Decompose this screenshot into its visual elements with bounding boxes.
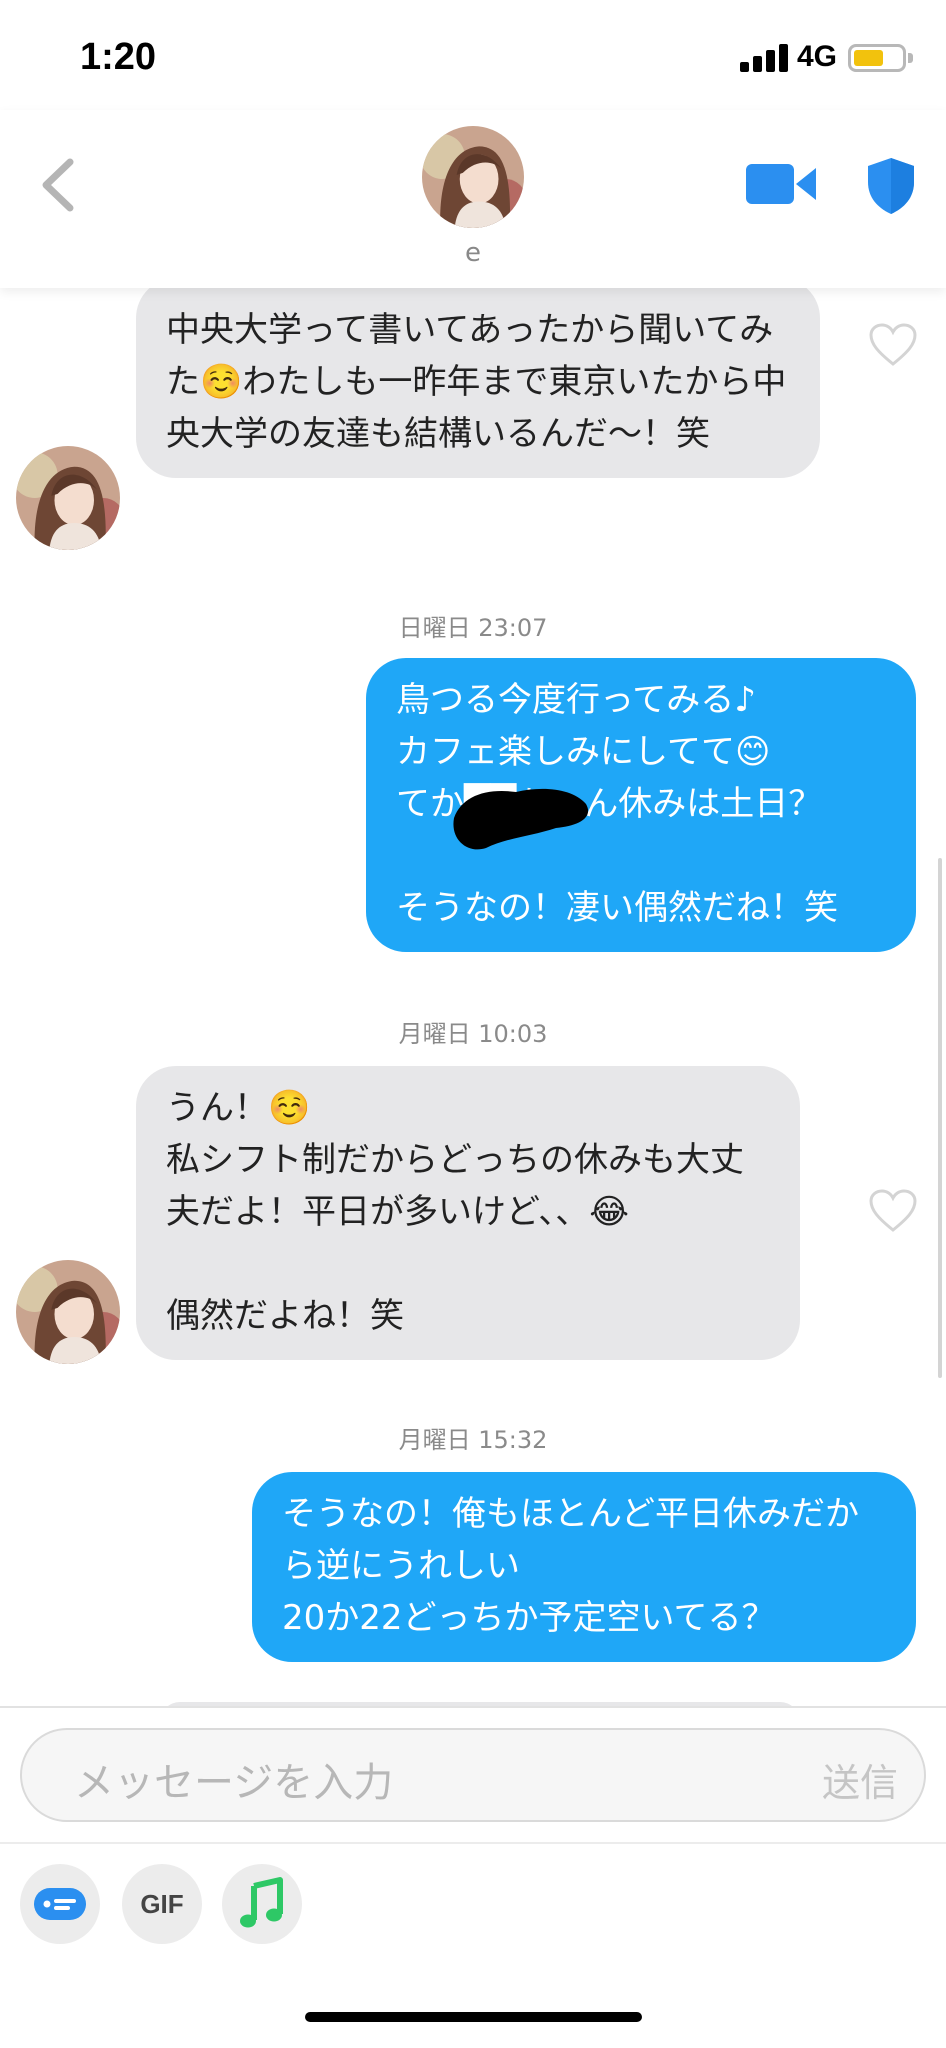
send-button[interactable]: 送信 (822, 1752, 898, 1807)
signal-icon (740, 44, 788, 72)
censor-mark (453, 788, 589, 850)
status-time: 1:20 (80, 36, 157, 78)
composer: メッセージを入力 送信 (0, 1706, 946, 1842)
contact-name: e (465, 238, 481, 268)
contact-avatar-small[interactable] (16, 1260, 120, 1364)
contact-avatar[interactable] (422, 126, 524, 228)
battery-tip (908, 53, 913, 63)
scrollbar[interactable] (938, 858, 942, 1378)
gif-label: GIF (140, 1889, 184, 1919)
incoming-message[interactable]: 中央大学って書いてあったから聞いてみた☺️わたしも一昨年まで東京いたから中央大学… (136, 288, 820, 478)
message-timestamp: 日曜日 23:07 (398, 614, 548, 642)
status-bar: 1:20 4G (0, 0, 946, 110)
gif-button[interactable]: GIF (122, 1864, 202, 1944)
video-camera-icon (746, 164, 816, 204)
like-button[interactable] (868, 1188, 918, 1234)
chevron-left-icon (42, 158, 74, 212)
safety-button[interactable] (866, 156, 916, 216)
music-button[interactable] (222, 1864, 302, 1944)
attachment-toolbar: GIF (0, 1842, 946, 1962)
heart-icon (869, 1189, 917, 1232)
message-list[interactable]: 中央大学って書いてあったから聞いてみた☺️わたしも一昨年まで東京いたから中央大学… (0, 288, 946, 1706)
chat-tools-button[interactable] (20, 1864, 100, 1944)
battery-icon (848, 44, 906, 72)
message-input-placeholder: メッセージを入力 (74, 1760, 394, 1806)
chat-bubble-icon (34, 1888, 86, 1920)
message-timestamp: 月曜日 15:32 (398, 1426, 548, 1454)
shield-icon (868, 158, 914, 214)
chat-header: e (0, 110, 946, 288)
message-timestamp: 月曜日 10:03 (398, 1020, 548, 1048)
home-indicator (305, 2012, 642, 2022)
contact-avatar-small[interactable] (16, 446, 120, 550)
back-button[interactable] (30, 150, 90, 220)
outgoing-message[interactable]: そうなの！俺もほとんど平日休みだから逆にうれしい 20か22どっちか予定空いてる… (252, 1472, 916, 1662)
avatar-image (16, 446, 120, 550)
heart-icon (869, 323, 917, 366)
incoming-message[interactable]: うん！☺️ 私シフト制だからどっちの休みも大丈夫だよ！平日が多いけど、、😂 偶然… (136, 1066, 800, 1360)
like-button[interactable] (868, 322, 918, 368)
message-input[interactable]: メッセージを入力 送信 (20, 1728, 926, 1822)
avatar-image (16, 1260, 120, 1364)
music-note-icon (240, 1877, 283, 1928)
video-call-button[interactable] (746, 160, 818, 208)
network-label: 4G (797, 40, 838, 73)
avatar-image (422, 126, 524, 228)
battery-level (854, 50, 883, 66)
